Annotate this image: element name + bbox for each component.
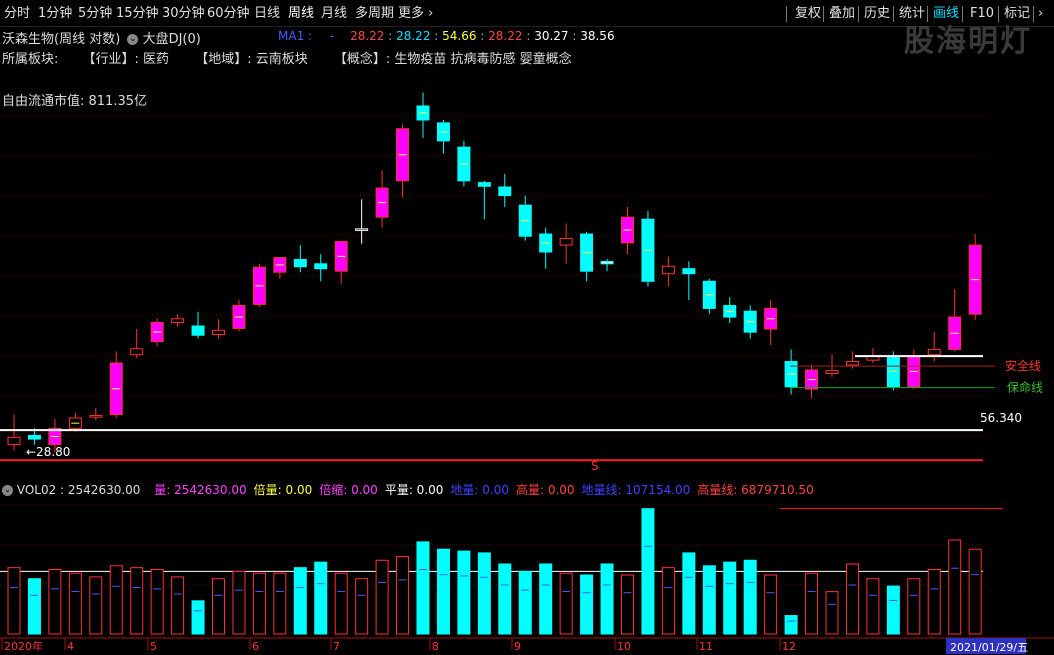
- volume-bar: [252, 572, 266, 635]
- volume-bar: [212, 578, 225, 635]
- x-axis-label: 11: [699, 640, 713, 653]
- volume-bar: [436, 548, 450, 635]
- volume-bar: [539, 563, 553, 635]
- volume-bar: [314, 561, 328, 635]
- volume-bar: [457, 550, 471, 635]
- candle-body: [682, 268, 696, 275]
- x-axis-label: 9: [514, 640, 521, 653]
- volume-bar: [948, 539, 962, 635]
- candle-body: [314, 263, 328, 270]
- vol-legend-item: 平量: 0.00: [384, 483, 444, 497]
- candle-body: [600, 260, 614, 265]
- vol-legend-item: 倍缩: 0.00: [319, 483, 378, 497]
- vol-indicator-name[interactable]: VOL02 : 2542630.00: [17, 483, 141, 497]
- volume-bar: [661, 567, 675, 635]
- x-axis-label: 4: [67, 640, 74, 653]
- volume-bar: [171, 576, 185, 635]
- candle-body: [27, 434, 41, 440]
- volume-bar: [927, 569, 941, 635]
- volume-bar: [109, 565, 123, 635]
- volume-bar: [130, 567, 144, 635]
- candle-body: [661, 265, 675, 275]
- volume-bar: [621, 574, 634, 635]
- candle-body: [355, 228, 369, 231]
- volume-bar: [191, 600, 205, 635]
- candle-body: [171, 318, 185, 323]
- vol-legend-item: 高量线: 6879710.50: [697, 483, 814, 497]
- x-axis-label: 8: [432, 640, 439, 653]
- volume-bar: [907, 578, 921, 635]
- volume-bar: [518, 570, 532, 635]
- volume-bar: [293, 567, 307, 635]
- date-label-box: [946, 638, 1026, 654]
- x-axis-label: 12: [782, 640, 796, 653]
- candle-body: [498, 186, 512, 197]
- volume-bar: [764, 574, 778, 635]
- volume-bar: [702, 565, 716, 635]
- volume-bar: [498, 563, 512, 635]
- candle-body: [130, 348, 144, 356]
- candle-body: [7, 436, 21, 446]
- candle-body: [845, 361, 859, 366]
- volume-bar: [375, 559, 389, 635]
- low-price-label: ←28.80: [26, 445, 70, 459]
- x-axis-label: 5: [150, 640, 157, 653]
- volume-bar: [150, 569, 164, 635]
- volume-bar: [89, 576, 103, 635]
- x-axis-label: 2020年: [4, 639, 43, 653]
- x-axis-label: 10: [617, 640, 631, 653]
- volume-bar: [723, 561, 737, 635]
- vol-legend-item: 倍量: 0.00: [253, 483, 313, 497]
- vol-legend-item: 地量线: 107154.00: [581, 483, 691, 497]
- x-axis-label: 7: [333, 640, 340, 653]
- candle-body: [89, 414, 103, 418]
- volume-bar: [334, 572, 348, 635]
- volume-bar: [743, 559, 757, 635]
- volume-bar: [825, 591, 839, 635]
- volume-bar: [580, 574, 594, 635]
- volume-bar: [805, 572, 819, 635]
- volume-bar: [416, 541, 430, 635]
- candle-body: [191, 325, 205, 336]
- volume-bar: [968, 548, 982, 635]
- vol-legend-item: 量: 2542630.00: [154, 483, 247, 497]
- candle-body: [927, 348, 941, 356]
- candle-body: [477, 182, 491, 187]
- volume-bar: [600, 563, 614, 635]
- volume-bar: [866, 578, 880, 635]
- sell-marker: S: [591, 459, 599, 473]
- volume-bar: [784, 615, 798, 635]
- volume-bar: [641, 508, 655, 635]
- candle-body: [825, 370, 839, 375]
- support-value-label: 56.340: [980, 411, 1022, 425]
- volume-bar: [559, 572, 573, 635]
- volume-bar: [48, 569, 62, 635]
- x-axis-label: 6: [252, 640, 259, 653]
- candlestick-chart[interactable]: ←28.80 56.340 安全线保命线 S: [0, 0, 1054, 480]
- life-line-label: 保命线: [1007, 380, 1043, 395]
- volume-bar: [886, 585, 900, 635]
- vol-legend-item: 高量: 0.00: [515, 483, 575, 497]
- safety-line-label: 安全线: [1005, 358, 1041, 373]
- date-label: 2021/01/29/五: [950, 641, 1028, 654]
- volume-bar: [27, 578, 41, 635]
- candle-body: [293, 259, 307, 268]
- collapse-circle-icon[interactable]: ⌄: [2, 485, 13, 496]
- volume-bar: [232, 570, 246, 635]
- volume-bar: [845, 563, 859, 635]
- volume-bar: [7, 567, 21, 635]
- volume-bar: [396, 556, 410, 635]
- volume-bar: [68, 572, 82, 635]
- candle-body: [212, 329, 225, 336]
- volume-bar: [682, 552, 696, 635]
- volume-bar: [477, 552, 491, 635]
- vol-legend-item: 地量: 0.00: [450, 483, 509, 497]
- volume-bar: [355, 578, 369, 635]
- volume-bar: [273, 572, 287, 635]
- candle-body: [559, 237, 573, 246]
- volume-header: ⌄ VOL02 : 2542630.00 量: 2542630.00 倍量: 0.…: [0, 481, 814, 499]
